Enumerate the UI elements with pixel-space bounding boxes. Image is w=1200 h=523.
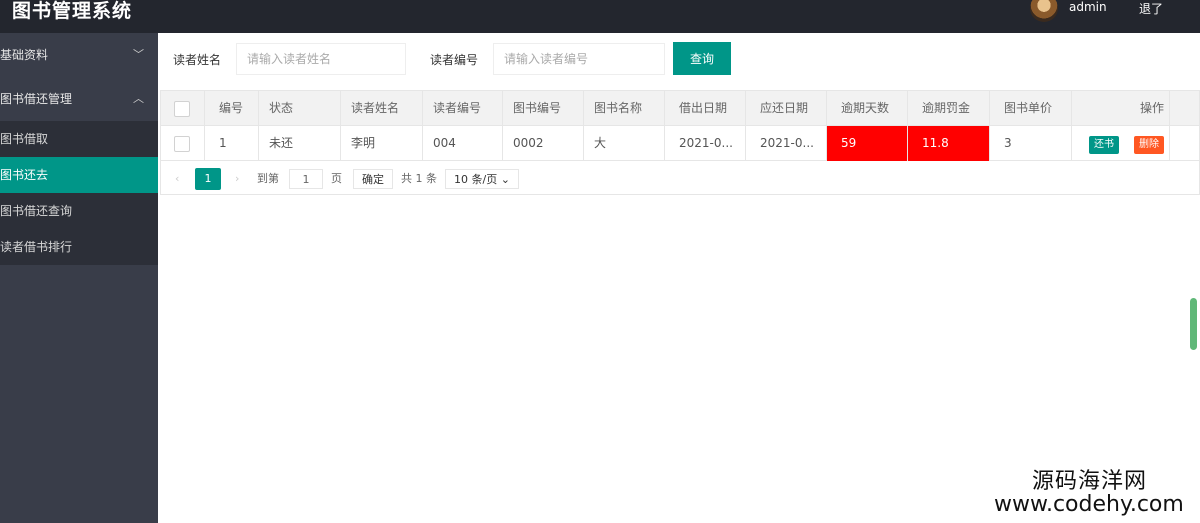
col-header: 读者姓名 xyxy=(341,91,423,126)
sidebar-submenu: 图书借取 图书还去 图书借还查询 读者借书排行 xyxy=(0,121,158,265)
scrollbar[interactable] xyxy=(1190,298,1197,350)
col-header: 图书名称 xyxy=(584,91,665,126)
query-button[interactable]: 查询 xyxy=(673,42,731,75)
col-header: 逾期天数 xyxy=(827,91,908,126)
col-header: 借出日期 xyxy=(665,91,746,126)
goto-label: 到第 xyxy=(257,172,279,185)
sidebar-group-label: 图书借还管理 xyxy=(0,92,73,106)
sidebar-group-label: 基础资料 xyxy=(0,48,49,62)
main-content: 读者姓名 读者编号 查询 编号 状态 读者姓名 读者编号 图书编号 图书名称 借… xyxy=(158,33,1200,523)
user-avatar[interactable] xyxy=(1030,0,1058,22)
header-select-all[interactable] xyxy=(161,91,205,126)
watermark-url: www.codehy.com xyxy=(994,492,1184,517)
cell-borrow-date: 2021-0... xyxy=(665,126,746,161)
checkbox-select-all[interactable] xyxy=(174,101,190,117)
cell-book-id: 0002 xyxy=(503,126,584,161)
cell-actions: 还书 删除 xyxy=(1072,126,1170,161)
col-header: 读者编号 xyxy=(423,91,503,126)
username[interactable]: admin xyxy=(1069,0,1107,14)
sidebar-group-borrow-return[interactable]: 图书借还管理 ︿ xyxy=(0,77,158,121)
page-input[interactable]: 1 xyxy=(289,169,323,189)
pagination: ‹ 1 › 到第 1 页 确定 共 1 条 10 条/页 ⌄ xyxy=(161,161,1199,195)
sidebar-item-return[interactable]: 图书还去 xyxy=(0,157,158,193)
table-header: 编号 状态 读者姓名 读者编号 图书编号 图书名称 借出日期 应还日期 逾期天数… xyxy=(161,91,1199,126)
col-header: 图书单价 xyxy=(990,91,1072,126)
reader-id-label: 读者编号 xyxy=(430,53,479,67)
col-header: 状态 xyxy=(259,91,341,126)
cell-status: 未还 xyxy=(259,126,341,161)
cell-reader-name: 李明 xyxy=(341,126,423,161)
sidebar-item-borrow-query[interactable]: 图书借还查询 xyxy=(0,193,158,229)
col-header: 操作 xyxy=(1072,91,1170,126)
total-count: 共 1 条 xyxy=(401,172,437,185)
reader-id-input[interactable] xyxy=(493,43,665,75)
reader-name-label: 读者姓名 xyxy=(173,53,222,67)
row-checkbox[interactable] xyxy=(174,136,190,152)
reader-name-input[interactable] xyxy=(236,43,406,75)
chevron-down-icon: ﹀ xyxy=(133,48,144,61)
sidebar-item-borrow[interactable]: 图书借取 xyxy=(0,121,158,157)
page-confirm-button[interactable]: 确定 xyxy=(353,169,393,189)
app-title: 图书管理系统 xyxy=(12,0,133,22)
col-header: 逾期罚金 xyxy=(908,91,990,126)
row-select[interactable] xyxy=(161,126,205,161)
col-header: 编号 xyxy=(205,91,259,126)
cell-fine: 11.8 xyxy=(908,126,990,161)
page-current[interactable]: 1 xyxy=(195,168,221,190)
prev-page-icon[interactable]: ‹ xyxy=(175,169,179,189)
col-header: 图书编号 xyxy=(503,91,584,126)
chevron-down-icon: ⌄ xyxy=(500,173,510,186)
page-unit-label: 页 xyxy=(331,172,342,185)
sidebar-group-basic[interactable]: 基础资料 ﹀ xyxy=(0,33,158,77)
cell-price: 3 xyxy=(990,126,1072,161)
per-page-value: 10 条/页 xyxy=(454,173,498,186)
return-book-button[interactable]: 还书 xyxy=(1089,136,1119,154)
chevron-up-icon: ︿ xyxy=(133,92,144,105)
logout-link[interactable]: 退了 xyxy=(1139,0,1163,17)
sidebar: 基础资料 ﹀ 图书借还管理 ︿ 图书借取 图书还去 图书借还查询 读者借书排行 xyxy=(0,33,158,523)
cell-reader-id: 004 xyxy=(423,126,503,161)
next-page-icon[interactable]: › xyxy=(235,169,239,189)
cell-overdue-days: 59 xyxy=(827,126,908,161)
watermark-title: 源码海洋网 xyxy=(1032,469,1148,494)
delete-button[interactable]: 删除 xyxy=(1134,136,1164,154)
cell-id: 1 xyxy=(205,126,259,161)
col-header: 应还日期 xyxy=(746,91,827,126)
cell-due-date: 2021-0... xyxy=(746,126,827,161)
data-table: 编号 状态 读者姓名 读者编号 图书编号 图书名称 借出日期 应还日期 逾期天数… xyxy=(160,90,1200,195)
top-header: 图书管理系统 admin 退了 xyxy=(0,0,1200,33)
cell-book-name: 大 xyxy=(584,126,665,161)
table-row: 1 未还 李明 004 0002 大 2021-0... 2021-0... 5… xyxy=(161,126,1199,161)
sidebar-item-reader-ranking[interactable]: 读者借书排行 xyxy=(0,229,158,265)
per-page-select[interactable]: 10 条/页 ⌄ xyxy=(445,169,519,189)
